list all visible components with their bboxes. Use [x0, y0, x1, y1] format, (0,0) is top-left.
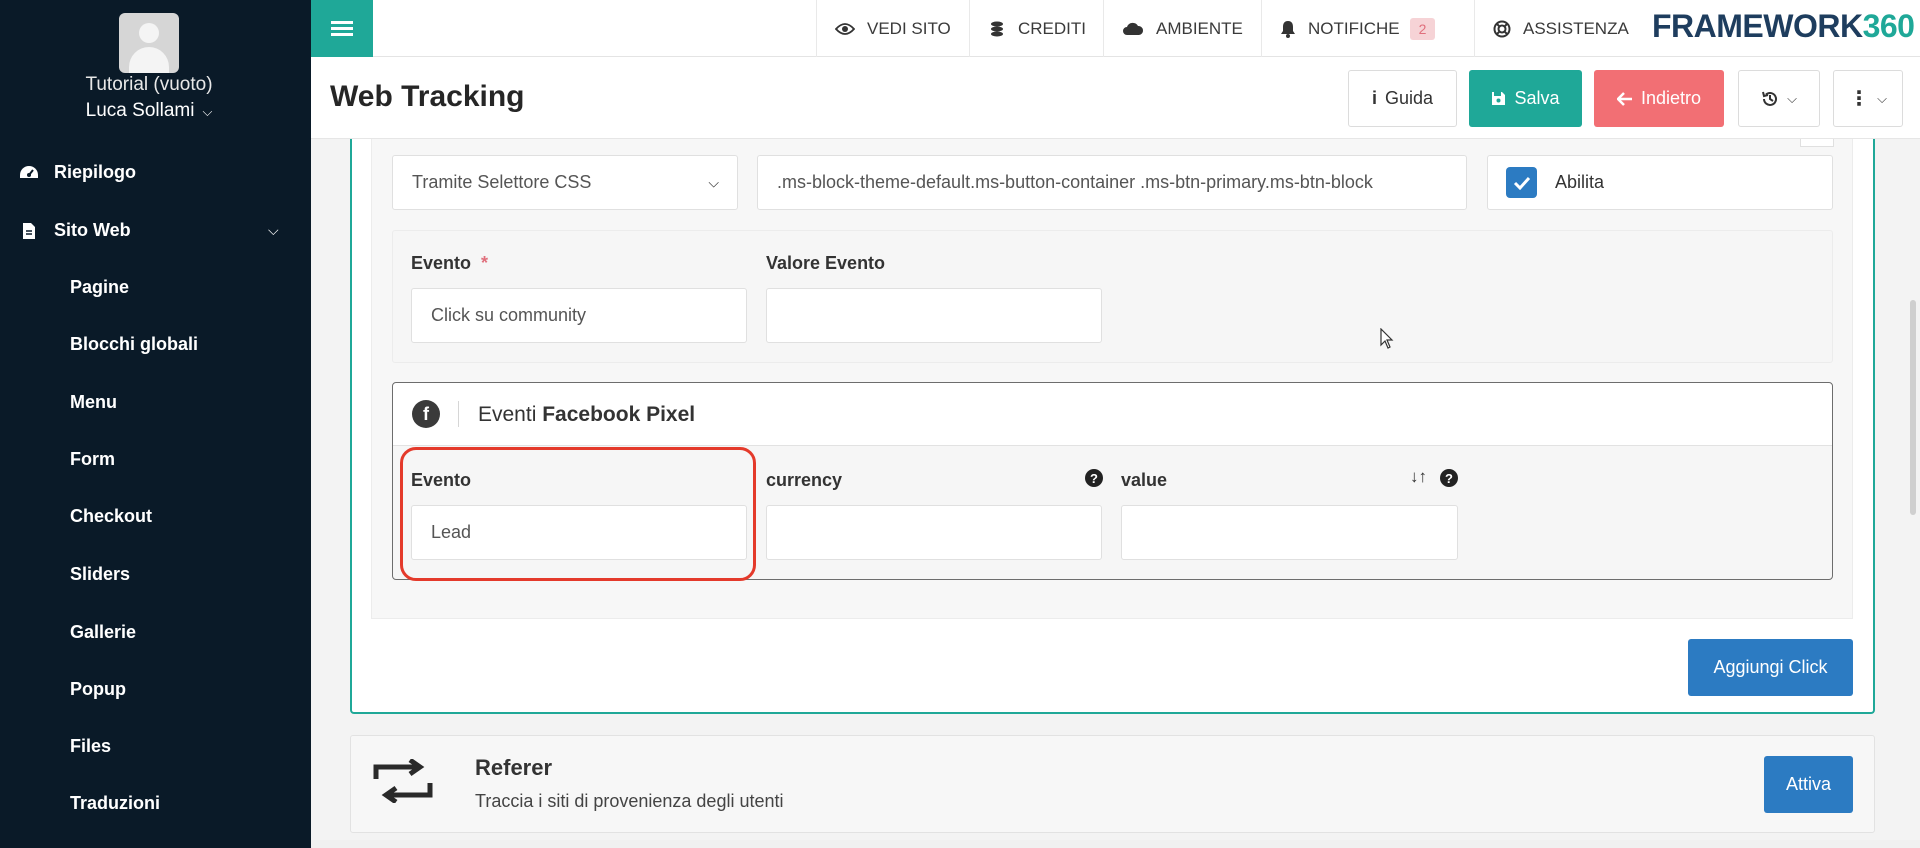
arrow-left-icon — [1616, 91, 1633, 106]
brand-text: FRAMEWORK — [1652, 8, 1863, 44]
referer-title: Referer — [475, 755, 553, 780]
sidebar-item-popup[interactable]: Popup — [70, 679, 126, 700]
topbar-vedi-sito[interactable]: VEDI SITO — [816, 0, 969, 57]
topbar-notifiche[interactable]: NOTIFICHE 2 — [1261, 0, 1474, 57]
required-mark: * — [481, 253, 489, 273]
event-label: Evento * — [411, 253, 488, 274]
enable-checkbox[interactable] — [1506, 167, 1537, 198]
referer-section — [350, 735, 1875, 833]
chevron-down-icon[interactable]: ⌵ — [268, 222, 279, 239]
chevron-down-icon: ⌵ — [1877, 90, 1887, 106]
more-options-button[interactable]: ⋮ ⌵ — [1833, 70, 1903, 127]
page-bottom — [311, 840, 1920, 848]
select-value: Tramite Selettore CSS — [412, 172, 592, 192]
sidebar-item-sliders[interactable]: Sliders — [70, 564, 130, 585]
sort-icon[interactable]: ↓↑ — [1410, 467, 1427, 487]
topbar-label: ASSISTENZA — [1523, 18, 1629, 38]
cloud-icon — [1122, 22, 1144, 36]
facebook-icon: f — [412, 400, 440, 428]
selector-type-select[interactable]: Tramite Selettore CSS ⌵ — [392, 155, 738, 210]
event-value-label: Valore Evento — [766, 253, 886, 273]
page-title: Web Tracking — [330, 80, 525, 113]
brand-logo[interactable]: FRAMEWORK360 — [1652, 8, 1915, 45]
sidebar-item-label: Sito Web — [54, 220, 131, 240]
info-icon: i — [1371, 88, 1377, 108]
sidebar-item-files[interactable]: Files — [70, 736, 111, 757]
topbar-ambiente[interactable]: AMBIENTE — [1103, 0, 1261, 57]
coins-icon — [988, 20, 1006, 38]
input-value: .ms-block-theme-default.ms-button-contai… — [777, 172, 1373, 192]
sidebar-item-blocchi-globali[interactable]: Blocchi globali — [70, 334, 198, 355]
sidebar-item-sito-web[interactable]: Sito Web — [18, 220, 131, 241]
scrollbar[interactable] — [1910, 300, 1916, 515]
title-prefix: Eventi — [478, 403, 537, 426]
referer-description: Traccia i siti di provenienza degli uten… — [475, 791, 784, 811]
user-menu[interactable]: Luca Sollami ⌵ — [0, 100, 298, 122]
sidebar: Tutorial (vuoto) Luca Sollami ⌵ Riepilogo… — [0, 0, 311, 848]
save-button[interactable]: Salva — [1469, 70, 1582, 127]
sidebar-item-menu[interactable]: Menu — [70, 392, 117, 413]
mouse-cursor-icon — [1380, 327, 1394, 355]
history-icon — [1761, 90, 1779, 108]
guida-button[interactable]: i Guida — [1348, 70, 1457, 127]
title-bold: Facebook Pixel — [542, 403, 696, 426]
currency-label: currency — [766, 470, 843, 490]
event-value-input[interactable] — [766, 288, 1102, 343]
attiva-button[interactable]: Attiva — [1764, 756, 1853, 813]
back-button[interactable]: Indietro — [1594, 70, 1724, 127]
topbar-label: VEDI SITO — [867, 18, 951, 38]
event-input[interactable]: Click su community — [411, 288, 747, 343]
dashboard-icon — [18, 164, 40, 182]
floppy-icon — [1491, 91, 1506, 106]
divider — [458, 401, 459, 427]
history-dropdown-button[interactable]: ⌵ — [1738, 70, 1820, 127]
sidebar-item-traduzioni[interactable]: Traduzioni — [70, 793, 160, 814]
question-icon[interactable]: ? — [1085, 469, 1103, 487]
sidebar-item-pagine[interactable]: Pagine — [70, 277, 129, 298]
facebook-pixel-title: Eventi Facebook Pixel — [478, 403, 695, 427]
kebab-icon: ⋮ — [1849, 88, 1870, 110]
sidebar-item-riepilogo[interactable]: Riepilogo — [18, 162, 136, 183]
chevron-down-icon: ⌵ — [1787, 90, 1797, 106]
topbar-label: AMBIENTE — [1156, 18, 1243, 38]
value-input[interactable] — [1121, 505, 1458, 560]
topbar-crediti[interactable]: CREDITI — [969, 0, 1103, 57]
notification-badge: 2 — [1409, 17, 1436, 40]
button-label: Guida — [1384, 88, 1434, 108]
question-icon[interactable]: ? — [1440, 469, 1458, 487]
topbar-label: CREDITI — [1018, 18, 1086, 38]
file-icon — [18, 222, 40, 240]
enable-label: Abilita — [1555, 172, 1605, 192]
label-text: Evento — [411, 253, 472, 273]
button-label: Indietro — [1640, 88, 1702, 108]
bell-icon — [1280, 20, 1296, 38]
enable-checkbox-field[interactable]: Abilita — [1487, 155, 1833, 210]
value-label: value — [1121, 470, 1168, 490]
eye-icon — [835, 22, 855, 36]
sidebar-item-label: Riepilogo — [54, 162, 136, 182]
css-selector-input[interactable]: .ms-block-theme-default.ms-button-contai… — [757, 155, 1467, 210]
button-label: Salva — [1514, 88, 1560, 108]
user-name: Luca Sollami — [85, 100, 195, 121]
site-name: Tutorial (vuoto) — [85, 74, 213, 95]
menu-toggle-icon[interactable] — [311, 0, 373, 57]
avatar[interactable] — [119, 13, 179, 73]
sidebar-item-gallerie[interactable]: Gallerie — [70, 622, 136, 643]
lifebuoy-icon — [1493, 20, 1511, 38]
chevron-down-icon: ⌵ — [202, 104, 213, 119]
sidebar-item-form[interactable]: Form — [70, 449, 115, 470]
add-click-button[interactable]: Aggiungi Click — [1688, 639, 1853, 696]
annotation-highlight — [400, 447, 756, 581]
input-value: Click su community — [431, 305, 587, 325]
sidebar-item-checkout[interactable]: Checkout — [70, 506, 152, 527]
brand-number: 360 — [1862, 8, 1915, 44]
topbar-assistenza[interactable]: ASSISTENZA — [1474, 0, 1644, 57]
topbar-label: NOTIFICHE — [1308, 18, 1400, 38]
chevron-down-icon: ⌵ — [708, 174, 719, 190]
remove-click-button[interactable] — [1800, 139, 1834, 147]
retweet-icon — [370, 757, 436, 808]
check-icon — [1513, 176, 1530, 190]
currency-input[interactable] — [766, 505, 1102, 560]
